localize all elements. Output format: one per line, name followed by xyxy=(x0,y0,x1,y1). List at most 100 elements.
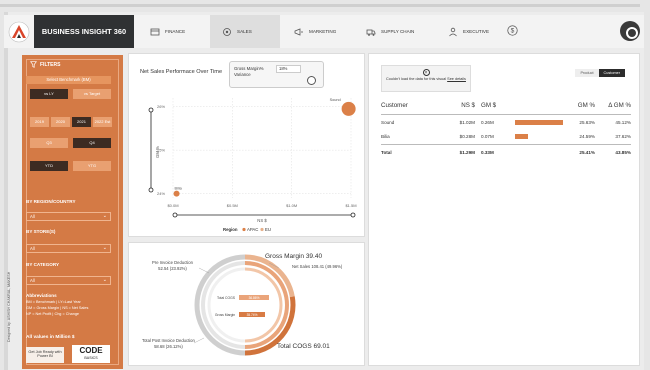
x-tick-label: $0.5M xyxy=(227,203,238,208)
year-2022-est-button[interactable]: 2022 Est xyxy=(93,117,112,127)
x-tick-label: $0.0M xyxy=(167,203,178,208)
table-row[interactable]: Sound $1.02M 0.26M 25.63% 45.12% xyxy=(381,115,631,130)
svg-text:$: $ xyxy=(511,28,515,35)
tab-executive[interactable]: EXECUTIVE xyxy=(436,15,498,48)
settings-gear-icon[interactable] xyxy=(620,21,640,41)
chevron-down-icon: ⌄ xyxy=(102,245,107,251)
total-cogs-title-text: Total COGS 69.01 xyxy=(277,343,330,350)
year-2019-button[interactable]: 2019 xyxy=(30,117,49,127)
pre-invoice-value: 52.54 (23.92%) xyxy=(158,265,187,271)
inner-bar-label: Gross Margin xyxy=(215,313,235,317)
stores-filter-select[interactable]: All ⌄ xyxy=(26,244,111,253)
tab-executive-label: EXECUTIVE xyxy=(463,29,490,34)
toggle-product[interactable]: Product xyxy=(575,69,599,77)
quarter-q3-button[interactable]: Q3 xyxy=(30,138,68,148)
tab-supply-chain[interactable]: SUPPLY CHAIN xyxy=(354,15,434,48)
codebasics-logo-text: CODE xyxy=(79,346,103,355)
post-invoice-value: 58.68 (26.12%) xyxy=(154,343,183,349)
gm-variance-input[interactable]: 18% xyxy=(276,65,301,73)
error-close-icon: × xyxy=(422,69,430,76)
gm-pct-bar xyxy=(515,119,563,125)
all-values-note: All values in Million $ xyxy=(26,335,75,340)
x-slider-handle xyxy=(172,212,178,218)
scatter-chart: 24%25%26%$0.0M $0.5M $1.0M $1.5MGM %NS $Reg… xyxy=(148,98,357,232)
leader-line xyxy=(198,267,210,274)
category-filter-value: All xyxy=(30,278,35,283)
y-tick-label: 24% xyxy=(157,191,165,196)
codebasics-logo[interactable]: CODE BASICS xyxy=(72,345,110,363)
inner-bar-value: 36.86% xyxy=(249,296,260,300)
get-job-ready-button[interactable]: Get Job Ready with Power BI xyxy=(26,347,64,363)
total-ns-cell: $1.29M xyxy=(445,144,475,160)
delta-cell: 45.12% xyxy=(615,119,631,125)
col-delta-gm-pct[interactable]: Δ GM % xyxy=(595,99,631,115)
y-slider-handle xyxy=(148,107,154,113)
table-row[interactable]: Bilia $0.28M 0.07M 24.59% 37.62% xyxy=(381,130,631,145)
legend-label: APAC xyxy=(247,227,258,232)
gross-margin-title-text: Gross Margin 39.40 xyxy=(265,253,323,260)
supply-chain-icon xyxy=(366,29,376,36)
post-invoice-label: Total Post Invoice Deduction 58.68 (26.12… xyxy=(142,338,195,349)
brand-title: BUSINESS INSIGHT 360 xyxy=(34,15,134,48)
category-filter-select[interactable]: All ⌄ xyxy=(26,276,111,285)
filter-icon xyxy=(30,61,37,68)
customer-performance-card: × Couldn't load the data for this visual… xyxy=(368,53,640,366)
tab-marketing[interactable]: MARKETING xyxy=(282,15,352,48)
total-gm-cell: 0.33M xyxy=(475,144,515,160)
period-ytd-button[interactable]: YTD xyxy=(30,161,68,171)
col-gm-pct[interactable]: GM % xyxy=(565,99,595,115)
legend-marker xyxy=(242,227,246,232)
executive-icon xyxy=(449,27,457,36)
net-sales-label: Net Sales 108.41 (49.96%) xyxy=(292,264,343,269)
year-2021-button[interactable]: 2021 xyxy=(72,117,91,127)
pre-invoice-label-text: Pre Invoice Deduction xyxy=(152,260,193,265)
pl-donut-card: 36.86% Total COGS 35.74% Gross Margin Gross… xyxy=(128,242,365,366)
point-label: Bilia xyxy=(175,187,183,191)
period-ytg-button[interactable]: YTG xyxy=(73,161,111,171)
year-2020-button[interactable]: 2020 xyxy=(51,117,70,127)
marketing-icon xyxy=(294,27,303,36)
toggle-customer[interactable]: Customer xyxy=(598,69,625,77)
codebasics-logo-sub: BASICS xyxy=(84,356,98,360)
customer-cell: Bilia xyxy=(381,134,390,140)
inner-bar-value: 35.74% xyxy=(247,313,258,317)
gm-pct-cell: 25.63% xyxy=(579,119,595,125)
benchmark-label: Select Benchmark (BM) xyxy=(26,76,111,84)
gm-pct-cell: 24.59% xyxy=(579,134,595,140)
leader-line xyxy=(193,337,205,344)
benchmark-vs-target-button[interactable]: vs Target xyxy=(73,89,111,99)
col-ns[interactable]: NS $ xyxy=(445,99,475,115)
benchmark-vs-ly-button[interactable]: vs LY xyxy=(30,89,68,99)
delta-cell: 37.62% xyxy=(615,134,631,140)
product-customer-toggle: Product Customer xyxy=(575,69,625,77)
dollar-icon[interactable]: $ xyxy=(507,25,518,36)
category-filter-label: BY CATEGORY xyxy=(26,262,60,267)
see-details-link[interactable]: See details xyxy=(447,77,466,81)
scatter-point xyxy=(341,101,356,116)
header-bar: BUSINESS INSIGHT 360 FINANCE SALES MARKE… xyxy=(4,15,644,48)
region-filter-select[interactable]: All ⌄ xyxy=(26,212,111,221)
gross-margin-title: Gross Margin 39.40 xyxy=(265,253,323,260)
pre-invoice-label: Pre Invoice Deduction 52.54 (23.92%) xyxy=(152,260,193,271)
col-gm[interactable]: GM $ xyxy=(475,99,515,115)
finance-icon xyxy=(150,28,160,35)
gm-variance-slider-handle[interactable] xyxy=(307,76,316,85)
gm-cell: 0.26M xyxy=(481,119,494,125)
tab-supply-chain-label: SUPPLY CHAIN xyxy=(381,29,415,34)
window-top-border xyxy=(0,4,640,7)
region-filter-label: BY REGION/COUNTRY xyxy=(26,199,76,204)
gm-variance-slicer[interactable]: Gross Margin% Variance 18% xyxy=(229,61,324,88)
ring-inner-peach xyxy=(244,267,283,343)
quarter-q4-button[interactable]: Q4 xyxy=(73,138,111,148)
total-gm-pct-cell: 25.41% xyxy=(565,144,595,160)
col-customer[interactable]: Customer xyxy=(381,99,445,115)
atliq-logo-icon xyxy=(8,21,30,43)
tab-marketing-label: MARKETING xyxy=(309,29,337,34)
tab-finance[interactable]: FINANCE xyxy=(138,15,208,48)
chevron-down-icon: ⌄ xyxy=(102,277,107,283)
legend-marker xyxy=(260,227,264,232)
sales-icon xyxy=(223,27,231,36)
gm-cell: 0.07M xyxy=(481,134,494,140)
tab-sales[interactable]: SALES xyxy=(210,15,280,48)
filter-panel: FILTERS Select Benchmark (BM) vs LY vs T… xyxy=(22,55,123,369)
